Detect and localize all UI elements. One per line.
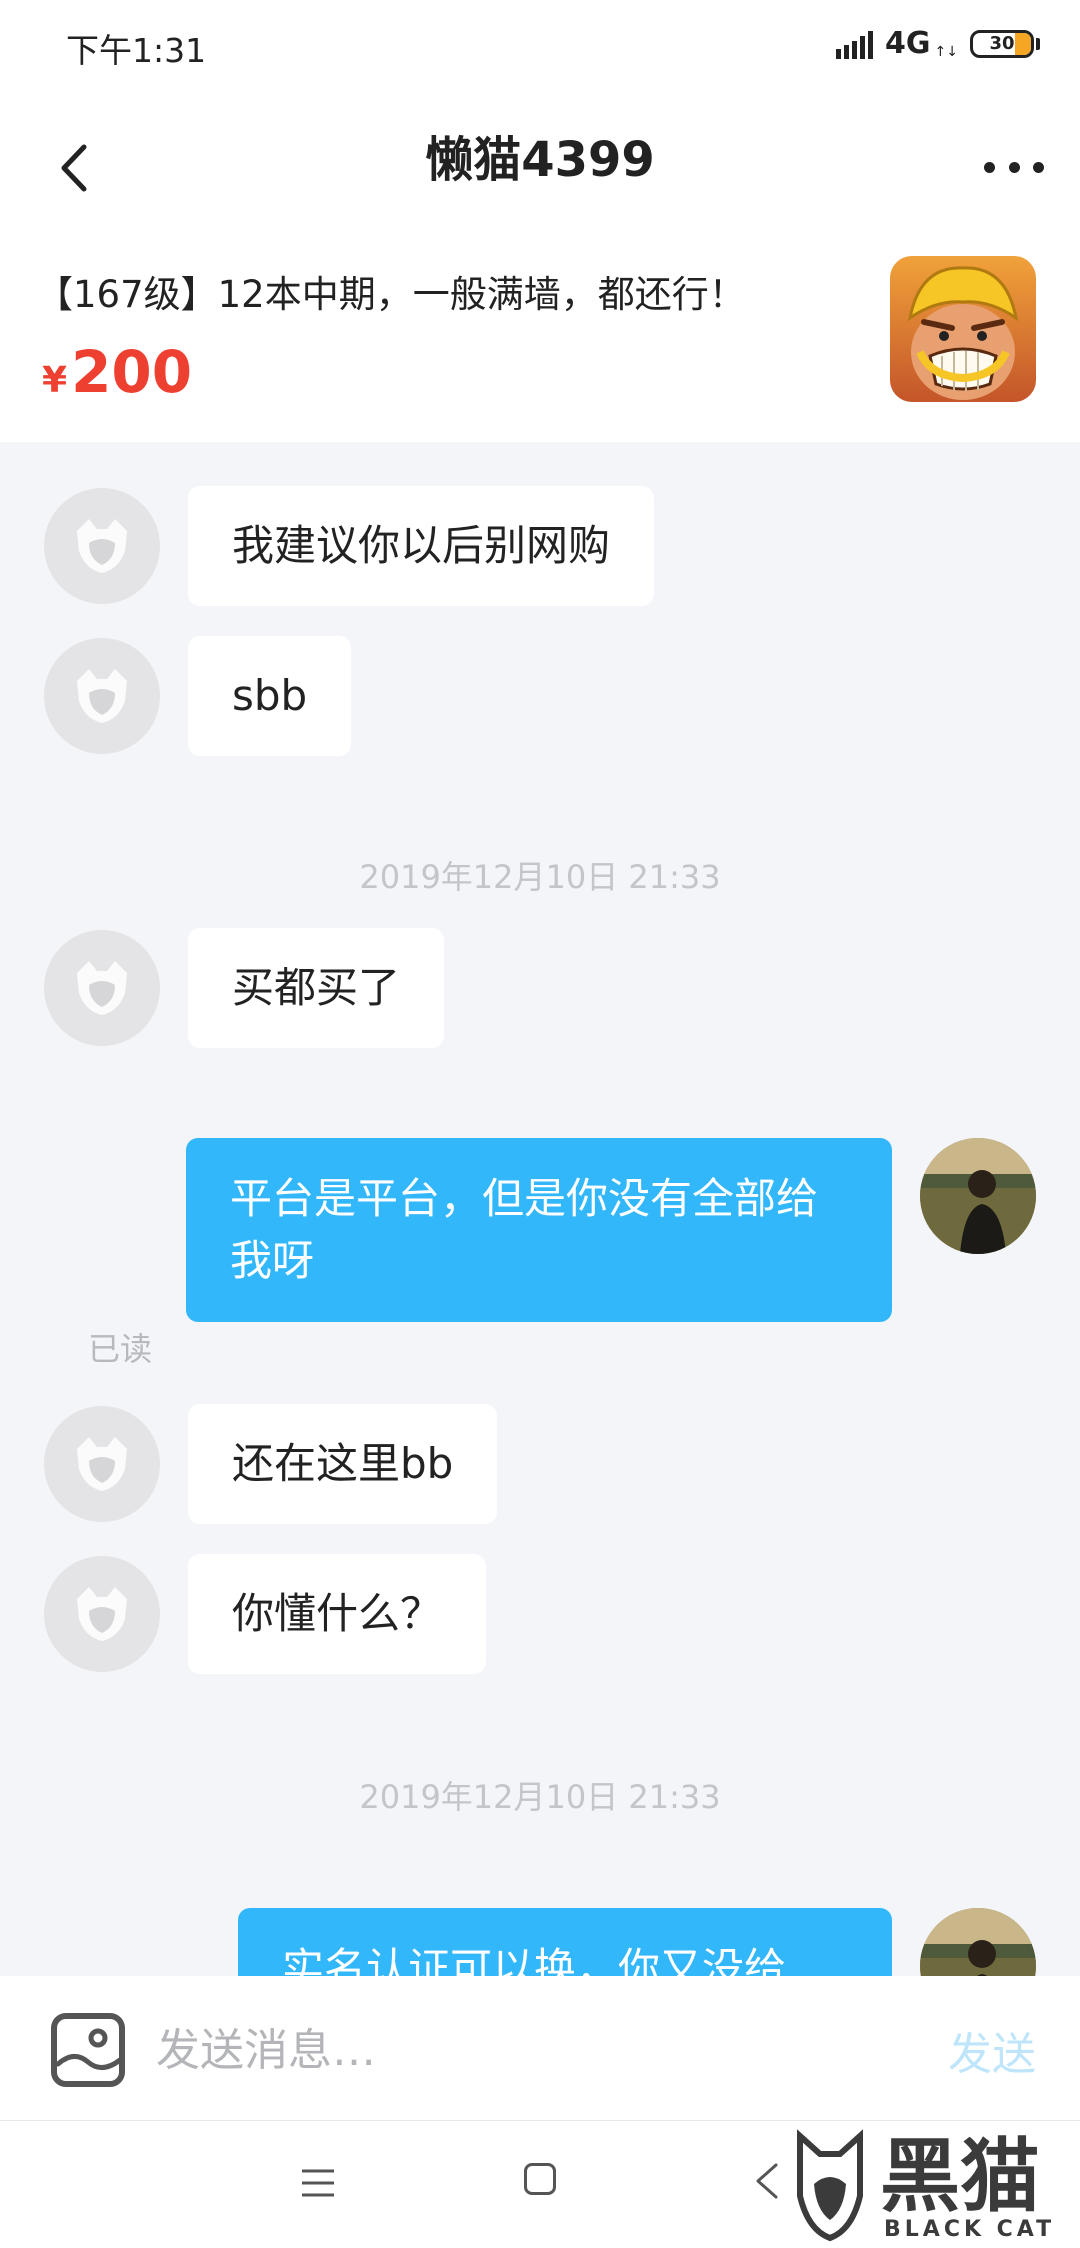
data-arrows-icon: ↑↓ <box>934 43 958 60</box>
avatar[interactable] <box>44 930 160 1046</box>
black-cat-watermark: 黑猫 BLACK CAT <box>797 2129 1055 2242</box>
avatar[interactable] <box>44 1556 160 1672</box>
network-type: 4G <box>885 26 931 61</box>
avatar[interactable] <box>44 1406 160 1522</box>
product-title: 【167级】12本中期，一般满墙，都还行！ <box>36 273 746 316</box>
default-avatar-icon <box>77 669 127 723</box>
battery-icon: 30 <box>970 29 1034 58</box>
message-bubble-outgoing[interactable]: 实名认证可以换，你又没给 <box>238 1908 892 1976</box>
user-avatar[interactable] <box>920 1908 1036 1976</box>
message-bubble-incoming[interactable]: 还在这里bb <box>188 1404 498 1524</box>
read-status: 已读 <box>88 1330 153 1368</box>
message-bubble-outgoing[interactable]: 平台是平台，但是你没有全部给我呀 <box>186 1138 892 1322</box>
menu-icon[interactable] <box>298 2163 338 2203</box>
status-bar: 下午1:31 4G ↑↓ 30 <box>0 0 1080 92</box>
status-indicators: 4G ↑↓ 30 <box>836 26 1040 61</box>
message-input[interactable] <box>156 2012 876 2088</box>
price-symbol: ¥ <box>42 360 68 401</box>
user-avatar[interactable] <box>920 1138 1036 1254</box>
default-avatar-icon <box>77 1437 127 1491</box>
avatar[interactable] <box>44 638 160 754</box>
message-bubble-incoming[interactable]: 买都买了 <box>188 928 445 1048</box>
send-button[interactable]: 发送 <box>948 2018 1036 2082</box>
more-button[interactable] <box>984 142 1044 192</box>
message-timestamp: 2019年12月10日 21:33 <box>359 1778 721 1816</box>
more-dots-icon <box>984 161 995 173</box>
home-square-icon[interactable] <box>524 2163 556 2195</box>
page-title: 懒猫4399 <box>425 132 655 188</box>
watermark-text: 黑猫 <box>880 2130 1040 2223</box>
image-button[interactable] <box>50 2012 126 2088</box>
image-icon <box>51 2013 125 2087</box>
battery-level: 30 <box>989 33 1015 54</box>
default-avatar-icon <box>77 519 127 573</box>
message-timestamp: 2019年12月10日 21:33 <box>359 858 721 896</box>
avatar[interactable] <box>44 488 160 604</box>
battery-nub <box>1036 37 1040 50</box>
product-card[interactable]: 【167级】12本中期，一般满墙，都还行！ ¥200 <box>0 242 1080 442</box>
watermark-subtext: BLACK CAT <box>884 2217 1055 2242</box>
message-bubble-incoming[interactable]: sbb <box>188 636 352 756</box>
chat-thread[interactable]: 我建议你以后别网购 sbb 2019年12月10日 21:33 买都买了 平台是… <box>0 442 1080 1976</box>
chat-header: 懒猫4399 <box>0 92 1080 242</box>
default-avatar-icon <box>77 961 127 1015</box>
back-triangle-icon[interactable] <box>752 2161 782 2201</box>
signal-icon <box>836 29 874 59</box>
clash-of-clans-icon[interactable] <box>890 256 1036 402</box>
status-time: 下午1:31 <box>66 31 207 70</box>
message-bubble-incoming[interactable]: 你懂什么？ <box>188 1554 487 1674</box>
product-price: ¥200 <box>42 338 192 406</box>
default-avatar-icon <box>77 1587 127 1641</box>
price-value: 200 <box>71 338 193 406</box>
message-bubble-incoming[interactable]: 我建议你以后别网购 <box>188 486 655 606</box>
message-composer: 发送 <box>0 1976 1080 2120</box>
